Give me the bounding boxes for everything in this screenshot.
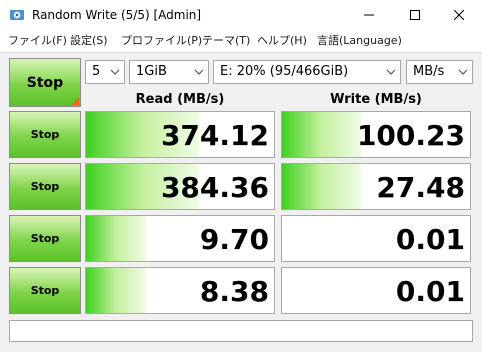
row-2-write-cell: 27.48 (281, 163, 471, 210)
write-bar (282, 164, 361, 209)
maximize-icon (410, 10, 420, 20)
read-bar (86, 216, 147, 261)
row-4-stop-button[interactable]: Stop (9, 267, 81, 314)
row-1-stop-button[interactable]: Stop (9, 111, 81, 158)
app-icon (10, 10, 24, 20)
row-1-read-cell: 374.12 (85, 111, 275, 158)
title-bar[interactable]: Random Write (5/5) [Admin] (0, 0, 482, 30)
menu-profile[interactable]: プロファイル(P) (121, 33, 202, 49)
chevron-down-icon (110, 69, 120, 75)
write-header: Write (MB/s) (330, 92, 422, 107)
minimize-icon (364, 14, 374, 16)
read-header: Read (MB/s) (135, 92, 225, 107)
status-bar (9, 320, 473, 342)
write-value: 27.48 (376, 171, 465, 204)
maximize-button[interactable] (392, 0, 438, 30)
write-value: 100.23 (356, 119, 465, 152)
test-count-value: 5 (92, 64, 101, 79)
test-size-value: 1GiB (136, 64, 167, 79)
close-button[interactable] (436, 0, 482, 30)
row-2-stop-button[interactable]: Stop (9, 163, 81, 210)
row-4-read-cell: 8.38 (85, 267, 275, 314)
row-3-read-cell: 9.70 (85, 215, 275, 262)
drive-select[interactable]: E: 20% (95/466GiB) (213, 60, 401, 84)
all-stop-button[interactable]: Stop (9, 58, 81, 107)
write-value: 0.01 (395, 223, 465, 256)
row-4-write-cell: 0.01 (281, 267, 471, 314)
menu-settings[interactable]: 設定(S) (70, 33, 108, 49)
write-bar (282, 112, 361, 157)
chevron-down-icon (194, 69, 204, 75)
menu-theme[interactable]: テーマ(T) (202, 33, 250, 49)
minimize-button[interactable] (346, 0, 392, 30)
drive-value: E: 20% (95/466GiB) (220, 64, 349, 79)
read-value: 374.12 (160, 119, 269, 152)
test-size-select[interactable]: 1GiB (129, 60, 209, 84)
unit-select[interactable]: MB/s (406, 60, 473, 84)
read-bar (86, 268, 147, 313)
menu-bar: ファイル(F) 設定(S) プロファイル(P) テーマ(T) ヘルプ(H) 言語… (0, 30, 482, 52)
chevron-down-icon (458, 69, 468, 75)
menu-file[interactable]: ファイル(F) (8, 33, 67, 49)
read-value: 384.36 (160, 171, 269, 204)
row-3-stop-button[interactable]: Stop (9, 215, 81, 262)
unit-value: MB/s (413, 64, 445, 79)
write-value: 0.01 (395, 275, 465, 308)
row-3-write-cell: 0.01 (281, 215, 471, 262)
row-2-read-cell: 384.36 (85, 163, 275, 210)
test-count-select[interactable]: 5 (85, 60, 125, 84)
close-icon (454, 10, 464, 20)
row-1-write-cell: 100.23 (281, 111, 471, 158)
menu-language[interactable]: 言語(Language) (317, 33, 402, 49)
read-value: 9.70 (199, 223, 269, 256)
read-value: 8.38 (199, 275, 269, 308)
menu-help[interactable]: ヘルプ(H) (257, 33, 307, 49)
window-title: Random Write (5/5) [Admin] (32, 8, 202, 22)
chevron-down-icon (386, 69, 396, 75)
